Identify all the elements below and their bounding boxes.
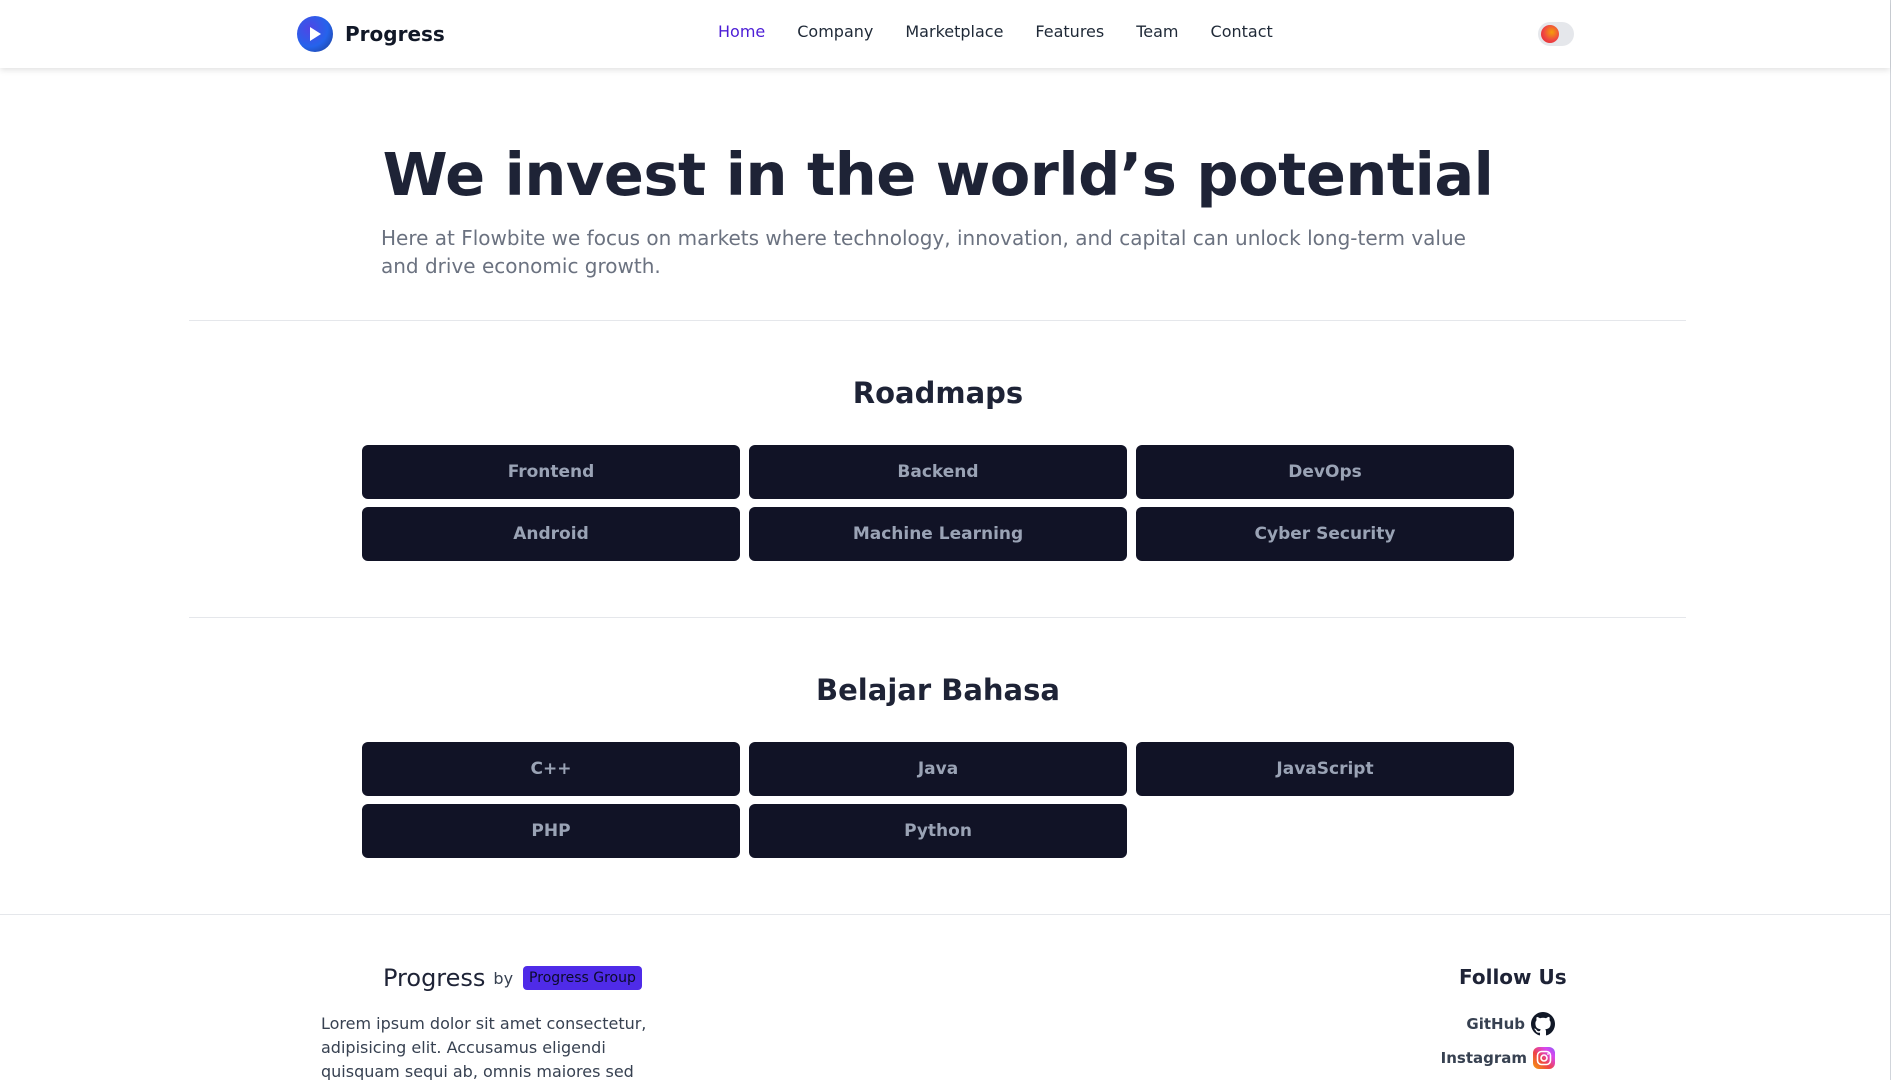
follow-us-title: Follow Us: [1459, 965, 1567, 989]
nav-home[interactable]: Home: [718, 22, 765, 41]
roadmaps-title: Roadmaps: [852, 376, 1024, 410]
footer-by-text: by: [493, 968, 514, 988]
github-icon: [1531, 1012, 1555, 1036]
theme-toggle[interactable]: [1538, 22, 1574, 46]
hero-title: We invest in the world’s potential: [382, 140, 1494, 209]
footer-brand: Progress by Progress Group: [383, 964, 642, 992]
roadmap-tile-devops[interactable]: DevOps: [1136, 445, 1514, 499]
nav-contact[interactable]: Contact: [1211, 22, 1273, 41]
nav-team[interactable]: Team: [1136, 22, 1178, 41]
hero-subtitle: Here at Flowbite we focus on markets whe…: [381, 226, 1466, 278]
language-tile-cpp[interactable]: C++: [362, 742, 740, 796]
social-link-github[interactable]: GitHub: [1466, 1012, 1555, 1036]
theme-toggle-icon: [1541, 25, 1559, 43]
nav-marketplace[interactable]: Marketplace: [905, 22, 1003, 41]
roadmap-tile-backend[interactable]: Backend: [749, 445, 1127, 499]
nav-features[interactable]: Features: [1035, 22, 1104, 41]
roadmap-tile-cyber-security[interactable]: Cyber Security: [1136, 507, 1514, 561]
play-logo-icon: [297, 16, 333, 52]
language-tile-java[interactable]: Java: [749, 742, 1127, 796]
footer-description: Lorem ipsum dolor sit amet consectetur, …: [321, 1014, 647, 1080]
instagram-icon: [1533, 1047, 1555, 1069]
languages-title: Belajar Bahasa: [816, 673, 1060, 707]
language-tile-php[interactable]: PHP: [362, 804, 740, 858]
roadmap-tile-frontend[interactable]: Frontend: [362, 445, 740, 499]
divider: [189, 320, 1686, 321]
footer-brand-name: Progress: [383, 964, 486, 992]
page: Progress Home Company Marketplace Featur…: [0, 0, 1891, 1080]
nav-company[interactable]: Company: [797, 22, 873, 41]
main-nav: Home Company Marketplace Features Team C…: [718, 22, 1273, 41]
language-tile-javascript[interactable]: JavaScript: [1136, 742, 1514, 796]
social-link-instagram[interactable]: Instagram: [1441, 1047, 1555, 1069]
brand[interactable]: Progress: [297, 16, 445, 52]
roadmaps-grid: Frontend Backend DevOps Android Machine …: [362, 445, 1514, 561]
languages-grid: C++ Java JavaScript PHP Python: [362, 742, 1514, 858]
social-label-github: GitHub: [1466, 1015, 1525, 1033]
roadmap-tile-machine-learning[interactable]: Machine Learning: [749, 507, 1127, 561]
social-label-instagram: Instagram: [1440, 1049, 1527, 1067]
roadmap-tile-android[interactable]: Android: [362, 507, 740, 561]
footer-badge[interactable]: Progress Group: [523, 966, 642, 990]
footer-divider: [0, 914, 1890, 915]
divider: [189, 617, 1686, 618]
navbar: Progress Home Company Marketplace Featur…: [0, 0, 1890, 68]
language-tile-python[interactable]: Python: [749, 804, 1127, 858]
brand-name: Progress: [345, 22, 445, 46]
